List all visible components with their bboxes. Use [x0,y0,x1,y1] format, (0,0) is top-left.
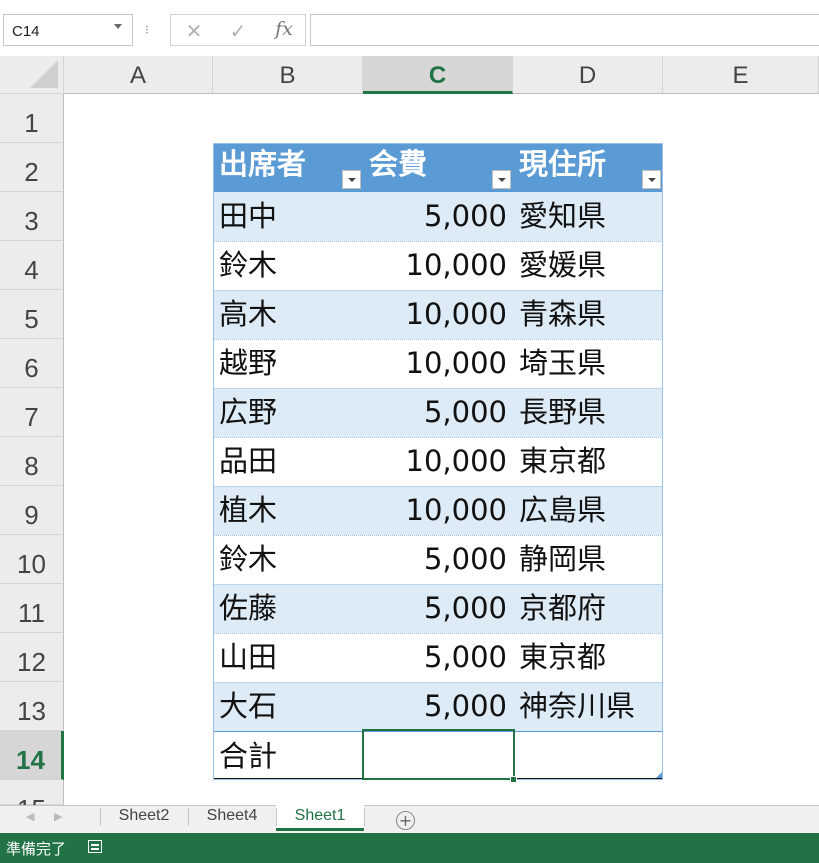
table-cell[interactable]: 10,000 [363,486,513,535]
row-header-12[interactable]: 12 [0,633,64,682]
table-row-divider [213,339,663,340]
row-header-14[interactable]: 14 [0,731,64,780]
table-row-divider [213,584,663,585]
table-cell[interactable]: 10,000 [363,437,513,486]
tab-separator [364,808,365,826]
column-header-b[interactable]: B [213,56,363,94]
row-header-4[interactable]: 4 [0,241,64,290]
sheet-tab-sheet1[interactable]: Sheet1 [276,805,364,831]
column-header-a[interactable]: A [64,56,213,94]
status-text: 準備完了 [6,840,67,858]
insert-function-icon[interactable]: fx [269,18,299,44]
add-sheet-icon[interactable]: + [396,811,415,830]
filter-dropdown-icon[interactable] [342,170,361,189]
table-cell[interactable]: 佐藤 [213,584,363,633]
name-box-dropdown-icon[interactable] [114,24,122,29]
table-cell[interactable]: 10,000 [363,241,513,290]
table-cell[interactable]: 5,000 [363,584,513,633]
row-header-5[interactable]: 5 [0,290,64,339]
table-cell[interactable]: 京都府 [513,584,663,633]
table-cell[interactable]: 5,000 [363,682,513,731]
table-row-divider [213,241,663,242]
table-cell[interactable]: 大石 [213,682,363,731]
table-header-2[interactable]: 会費 [363,143,513,192]
sheet-tab-sheet2[interactable]: Sheet2 [100,805,188,831]
table-header-1[interactable]: 出席者 [213,143,363,192]
table-cell[interactable]: 長野県 [513,388,663,437]
cancel-icon[interactable]: ✕ [179,18,209,44]
table-cell[interactable]: 5,000 [363,633,513,682]
formula-bar-buttons: ✕ ✓ fx [170,14,306,46]
table-cell[interactable]: 10,000 [363,339,513,388]
table-cell[interactable]: 高木 [213,290,363,339]
row-header-11[interactable]: 11 [0,584,64,633]
row-header-8[interactable]: 8 [0,437,64,486]
column-header-c[interactable]: C [363,56,513,94]
table-resize-handle[interactable] [656,772,662,778]
table-cell[interactable]: 神奈川県 [513,682,663,731]
table-cell[interactable]: 埼玉県 [513,339,663,388]
row-header-15[interactable]: 15 [0,780,64,824]
table-cell[interactable]: 植木 [213,486,363,535]
tab-separator [100,808,101,826]
row-header-7[interactable]: 7 [0,388,64,437]
table-cell[interactable]: 愛媛県 [513,241,663,290]
table-cell[interactable]: 5,000 [363,192,513,241]
table-cell[interactable]: 5,000 [363,535,513,584]
table-cell[interactable]: 品田 [213,437,363,486]
name-box[interactable]: C14 [3,14,133,46]
next-sheet-icon[interactable]: ▶ [54,810,62,823]
table-cell[interactable]: 越野 [213,339,363,388]
tab-separator [188,808,189,826]
filter-dropdown-icon[interactable] [642,170,661,189]
filter-dropdown-icon[interactable] [492,170,511,189]
table-row-divider [213,682,663,683]
table-cell[interactable]: 愛知県 [513,192,663,241]
table-cell[interactable]: 山田 [213,633,363,682]
fill-handle[interactable] [510,776,517,783]
table-cell[interactable]: 田中 [213,192,363,241]
enter-icon[interactable]: ✓ [223,18,253,44]
sheet-tab-sheet4[interactable]: Sheet4 [188,805,276,831]
formula-bar-grip-icon[interactable]: ⁝ [145,20,155,40]
table-cell[interactable]: 5,000 [363,388,513,437]
select-all-icon [30,60,58,88]
table-cell[interactable]: 静岡県 [513,535,663,584]
table-row-divider [213,486,663,487]
row-header-10[interactable]: 10 [0,535,64,584]
table-header-3[interactable]: 現住所 [513,143,663,192]
table-cell[interactable]: 鈴木 [213,535,363,584]
table-total-cell[interactable]: 合計 [213,731,363,780]
row-header-6[interactable]: 6 [0,339,64,388]
formula-input[interactable] [310,14,819,46]
table-row-divider [213,290,663,291]
table-row-divider [213,535,663,536]
row-header-3[interactable]: 3 [0,192,64,241]
tab-separator [276,808,277,826]
table-cell[interactable]: 東京都 [513,437,663,486]
table-row-divider [213,388,663,389]
row-header-13[interactable]: 13 [0,682,64,731]
table-cell[interactable]: 広野 [213,388,363,437]
row-header-1[interactable]: 1 [0,94,64,143]
table-cell[interactable]: 鈴木 [213,241,363,290]
prev-sheet-icon[interactable]: ◀ [26,810,34,823]
active-cell-c14[interactable] [362,729,515,780]
table-row-divider [213,437,663,438]
table-cell[interactable]: 東京都 [513,633,663,682]
table-cell[interactable]: 広島県 [513,486,663,535]
macro-record-icon[interactable] [88,840,102,853]
table-cell[interactable]: 青森県 [513,290,663,339]
column-header-e[interactable]: E [663,56,819,94]
table-total-cell[interactable] [513,731,663,780]
table-row-divider [213,633,663,634]
table-cell[interactable]: 10,000 [363,290,513,339]
row-header-9[interactable]: 9 [0,486,64,535]
status-bar [0,833,819,863]
row-header-2[interactable]: 2 [0,143,64,192]
column-header-d[interactable]: D [513,56,663,94]
